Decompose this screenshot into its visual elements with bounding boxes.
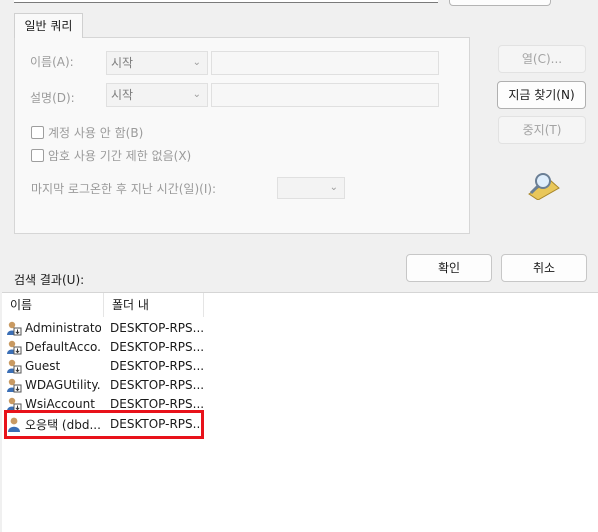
result-folder: DESKTOP-RPS... [110,320,205,335]
checkbox-box[interactable] [31,126,44,139]
name-label: 이름(A): [30,55,74,69]
result-name: DefaultAcco... [25,339,101,354]
tab-general-query[interactable]: 일반 쿼리 [14,13,83,38]
search-animation-icon [526,170,562,201]
last-logon-select[interactable]: ⌄ [277,177,345,199]
checkbox-box[interactable] [31,149,44,162]
result-row[interactable]: Guest DESKTOP-RPS... [6,356,206,375]
result-folder: DESKTOP-RPS... [110,396,205,411]
result-row[interactable]: Administrator DESKTOP-RPS... [6,318,206,337]
no-expire-password-checkbox[interactable]: 암호 사용 기간 제한 없음(X) [31,147,191,164]
find-now-button[interactable]: 지금 찾기(N) [497,81,586,109]
user-icon [6,358,22,374]
name-mode-value: 시작 [111,56,134,70]
cancel-button[interactable]: 취소 [501,254,587,282]
result-name: WsiAccount [25,396,95,411]
search-results-label: 검색 결과(U): [14,273,85,287]
ok-button[interactable]: 확인 [406,254,492,282]
result-name: WDAGUtility... [25,377,101,392]
result-folder: DESKTOP-RPS... [110,377,205,392]
chevron-down-icon: ⌄ [192,57,201,68]
user-icon [6,377,22,393]
result-name: Guest [25,358,61,373]
description-input[interactable] [211,83,439,107]
column-header-folder[interactable]: 폴더 내 [104,293,204,317]
chevron-down-icon: ⌄ [192,89,201,100]
chevron-down-icon: ⌄ [329,182,338,193]
result-folder: DESKTOP-RPS... [110,358,205,373]
disabled-accounts-checkbox[interactable]: 계정 사용 안 함(B) [31,124,143,141]
description-mode-value: 시작 [111,88,134,102]
top-button[interactable] [449,0,551,6]
user-icon [6,339,22,355]
description-label: 설명(D): [30,91,75,105]
result-name: Administrator [25,320,101,335]
result-folder: DESKTOP-RPS... [110,339,205,354]
name-mode-select[interactable]: 시작 ⌄ [106,51,208,75]
column-header-name[interactable]: 이름 [2,293,104,317]
name-input[interactable] [211,51,439,75]
result-row[interactable]: DefaultAcco... DESKTOP-RPS... [6,337,206,356]
top-input-field[interactable] [14,0,438,3]
no-expire-password-label: 암호 사용 기간 제한 없음(X) [48,149,192,163]
result-row[interactable]: WDAGUtility... DESKTOP-RPS... [6,375,206,394]
description-mode-select[interactable]: 시작 ⌄ [106,83,208,107]
user-icon [6,320,22,336]
disabled-accounts-label: 계정 사용 안 함(B) [48,126,144,140]
selection-highlight [4,410,204,439]
columns-button[interactable]: 열(C)... [498,45,586,73]
stop-button[interactable]: 중지(T) [498,116,586,144]
last-logon-label: 마지막 로그온한 후 지난 시간(일)(I): [31,182,217,196]
